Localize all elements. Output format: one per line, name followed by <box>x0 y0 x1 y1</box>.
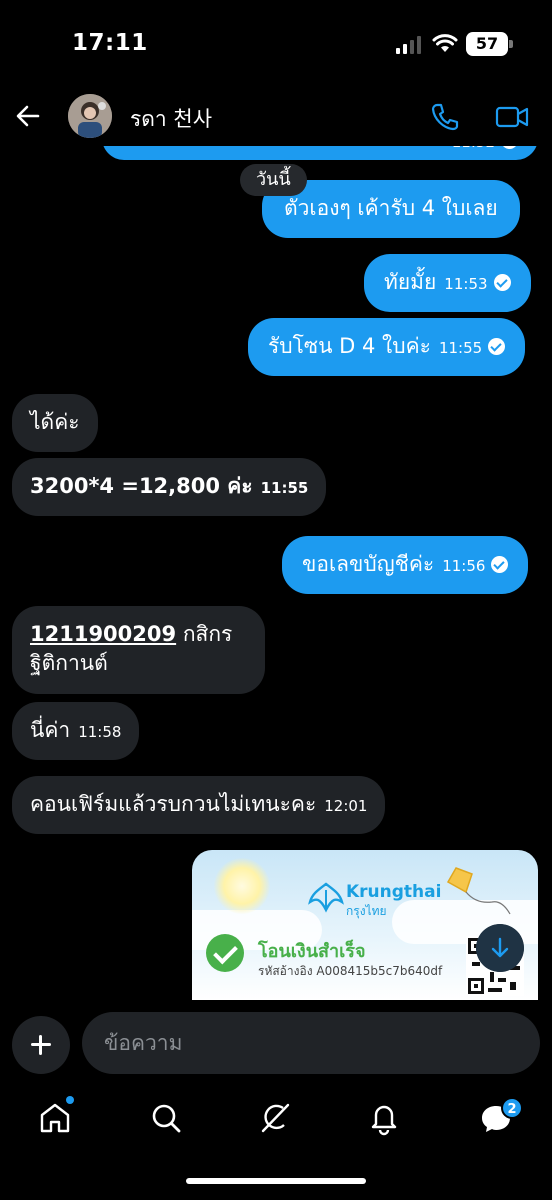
status-time: 17:11 <box>72 30 148 56</box>
success-check-icon <box>206 934 244 972</box>
message-time: 11:58 <box>78 723 122 741</box>
message-bubble-incoming[interactable]: 3200*4 =12,800 ค่ะ 11:55 <box>12 458 327 516</box>
read-check-icon <box>491 556 509 573</box>
message-time: 11:55 <box>260 479 309 497</box>
message-text: รับโซน D 4 ใบค่ะ <box>268 334 431 358</box>
read-check-icon <box>488 338 506 355</box>
date-divider: วันนี้ <box>240 164 307 196</box>
home-icon[interactable] <box>37 1100 73 1136</box>
contact-name[interactable]: รดา 천사 <box>130 103 212 136</box>
kite-icon <box>446 867 511 915</box>
message-text: นี่ค่า <box>30 718 71 742</box>
message-bubble-incoming[interactable]: 1211900209 กสิกร ฐิติกานต์ <box>12 606 265 694</box>
back-arrow-icon[interactable] <box>12 100 44 132</box>
message-time: 11:56 <box>442 557 486 575</box>
search-icon[interactable] <box>148 1100 184 1136</box>
transfer-slip-image[interactable]: Krungthai กรุงไทย โอนเงินสำเร็จ รหัสอ้าง… <box>192 850 538 1000</box>
video-call-icon[interactable] <box>494 100 530 134</box>
message-bubble-outgoing[interactable]: ขอเลขบัญชีค่ะ 11:56 <box>282 536 529 594</box>
messages-badge: 2 <box>501 1097 523 1119</box>
message-time: 12:01 <box>324 797 368 815</box>
grok-icon[interactable] <box>257 1100 293 1136</box>
bell-icon[interactable] <box>366 1100 402 1136</box>
slip-sun <box>214 858 270 914</box>
cellular-signal-icon <box>396 36 421 54</box>
read-check-icon <box>501 146 518 149</box>
read-check-icon <box>493 274 511 291</box>
message-bubble-outgoing[interactable]: รับโซน D 4 ใบค่ะ 11:55 <box>248 318 526 376</box>
krungthai-logo-icon <box>308 882 344 913</box>
message-text: ได้ค่ะ <box>30 410 80 434</box>
message-input[interactable] <box>82 1012 540 1074</box>
message-bubble-incoming[interactable]: นี่ค่า 11:58 <box>12 702 140 760</box>
phone-icon[interactable] <box>428 100 462 134</box>
account-number-link[interactable]: 1211900209 <box>30 622 176 646</box>
battery-indicator: 57 <box>466 32 508 56</box>
scroll-down-button[interactable] <box>476 924 524 972</box>
message-text: ขอเลขบัญชีค่ะ <box>302 552 435 576</box>
message-text: คอนเฟิร์มแล้วรบกวนไม่เทนะคะ <box>30 792 317 816</box>
wifi-icon <box>432 34 458 52</box>
chat-thread[interactable]: 11:52 ตัวเองๆ เค้ารับ 4 ใบเลย วันนี้ ทัย… <box>0 146 552 1000</box>
message-bubble-incoming[interactable]: คอนเฟิร์มแล้วรบกวนไม่เทนะคะ 12:01 <box>12 776 386 834</box>
message-time: 11:55 <box>438 339 483 357</box>
avatar[interactable] <box>68 94 112 138</box>
add-attachment-button[interactable] <box>12 1016 70 1074</box>
home-indicator <box>186 1178 366 1184</box>
slip-bank-name-thai: กรุงไทย <box>346 904 387 918</box>
status-bar: 17:11 57 <box>0 0 552 88</box>
chat-header: รดา 천사 <box>0 88 552 146</box>
previous-message-bubble[interactable]: 11:52 <box>102 146 538 160</box>
message-time: 11:53 <box>444 275 488 293</box>
message-composer <box>0 1008 552 1078</box>
slip-status-title: โอนเงินสำเร็จ <box>258 941 366 962</box>
message-time: 11:52 <box>452 146 495 157</box>
slip-bank-name: Krungthai <box>346 882 442 902</box>
battery-nub <box>509 40 513 48</box>
message-text: 3200*4 =12,800 ค่ะ <box>30 474 253 498</box>
slip-reference: รหัสอ้างอิง A008415b5c7b640df <box>258 964 443 978</box>
message-bubble-incoming[interactable]: ได้ค่ะ <box>12 394 98 452</box>
message-bubble-outgoing[interactable]: ทัยมั้ย 11:53 <box>364 254 531 312</box>
bottom-nav <box>0 1086 552 1156</box>
home-unread-dot <box>66 1096 74 1104</box>
message-text: ตัวเองๆ เค้ารับ 4 ใบเลย <box>284 196 498 220</box>
message-text: ทัยมั้ย <box>384 270 437 294</box>
avatar-image <box>68 94 112 138</box>
